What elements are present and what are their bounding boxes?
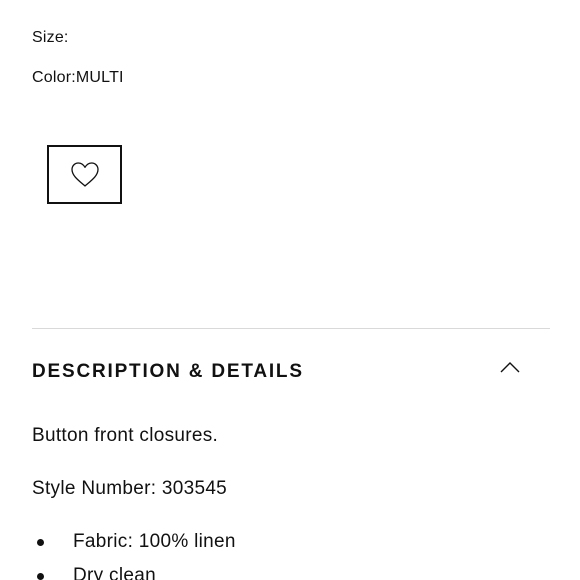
style-number-text: Style Number: 303545 xyxy=(32,478,228,499)
color-line: Color:MULTI xyxy=(32,69,124,87)
size-label: Size: xyxy=(32,29,69,46)
description-details-toggle[interactable]: DESCRIPTION & DETAILS xyxy=(32,352,550,392)
list-item: Fabric: 100% linen xyxy=(32,530,236,564)
chevron-up-icon xyxy=(500,362,520,373)
add-to-wishlist-button[interactable] xyxy=(47,145,122,204)
product-details-page: Size: Color:MULTI DESCRIPTION & DETAILS … xyxy=(0,0,580,580)
color-label: Color: xyxy=(32,69,76,86)
section-divider xyxy=(32,328,550,329)
details-bullet-list: Fabric: 100% linen Dry clean xyxy=(32,530,236,580)
heart-outline-icon xyxy=(70,161,99,187)
bullet-dot xyxy=(37,573,44,580)
description-details-title: DESCRIPTION & DETAILS xyxy=(32,361,304,382)
size-line: Size: xyxy=(32,29,69,47)
description-paragraph: Button front closures. xyxy=(32,425,219,446)
bullet-text: Fabric: 100% linen xyxy=(73,531,236,552)
bullet-dot xyxy=(37,539,44,546)
bullet-text: Dry clean xyxy=(73,565,156,580)
list-item: Dry clean xyxy=(32,564,236,580)
color-value: MULTI xyxy=(75,69,124,86)
